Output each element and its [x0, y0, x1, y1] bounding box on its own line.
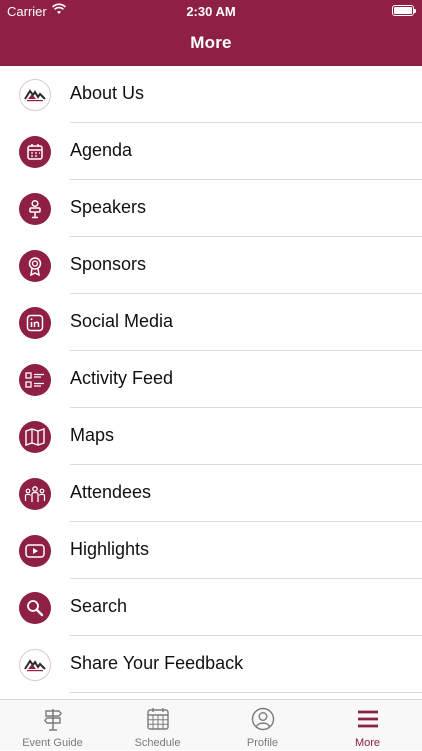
tab-more[interactable]: More	[315, 700, 420, 751]
row-divider	[70, 692, 422, 693]
linkedin-icon	[19, 307, 51, 339]
video-icon	[19, 535, 51, 567]
menu-item-label: Attendees	[70, 482, 152, 502]
tab-label: Schedule	[134, 737, 181, 749]
menu-item-maps[interactable]: Maps	[0, 408, 422, 465]
menu-item-label: Agenda	[70, 140, 133, 160]
more-menu-list: About Us Agenda Speakers Sponsors Social…	[0, 66, 422, 693]
menu-item-attendees[interactable]: Attendees	[0, 465, 422, 522]
speaker-icon	[19, 193, 51, 225]
menu-item-agenda[interactable]: Agenda	[0, 123, 422, 180]
tab-profile[interactable]: Profile	[210, 700, 315, 751]
page-title: More	[190, 33, 232, 52]
menu-item-label: Maps	[70, 425, 115, 445]
map-icon	[19, 421, 51, 453]
menu-item-share-feedback[interactable]: Share Your Feedback	[0, 636, 422, 693]
tab-label: Profile	[246, 737, 279, 749]
tab-event-guide[interactable]: Event Guide	[0, 700, 105, 751]
menu-item-label: Share Your Feedback	[70, 653, 244, 673]
menu-icon	[315, 707, 420, 731]
signpost-icon	[0, 707, 105, 731]
user-circle-icon	[210, 707, 315, 731]
calendar-icon	[19, 136, 51, 168]
menu-item-label: Social Media	[70, 311, 174, 331]
tab-bar: Event Guide Schedule Profile More	[0, 699, 422, 750]
tab-schedule[interactable]: Schedule	[105, 700, 210, 751]
menu-item-label: Search	[70, 596, 128, 616]
menu-item-highlights[interactable]: Highlights	[0, 522, 422, 579]
calendar-grid-icon	[105, 707, 210, 731]
status-bar: Carrier 2:30 AM	[0, 0, 422, 22]
event-logo-icon	[19, 649, 51, 681]
award-icon	[19, 250, 51, 282]
tab-label: More	[354, 737, 381, 749]
menu-item-label: Sponsors	[70, 254, 147, 274]
people-icon	[19, 478, 51, 510]
menu-item-label: Activity Feed	[70, 368, 174, 388]
search-icon	[19, 592, 51, 624]
menu-item-sponsors[interactable]: Sponsors	[0, 237, 422, 294]
menu-item-label: About Us	[70, 83, 145, 103]
event-logo-icon	[19, 79, 51, 111]
menu-item-label: Speakers	[70, 197, 147, 217]
app-header: Carrier 2:30 AM More	[0, 0, 422, 66]
menu-item-social-media[interactable]: Social Media	[0, 294, 422, 351]
menu-item-about-us[interactable]: About Us	[0, 66, 422, 123]
menu-item-search[interactable]: Search	[0, 579, 422, 636]
menu-item-label: Highlights	[70, 539, 150, 559]
feed-list-icon	[19, 364, 51, 396]
clock-time: 2:30 AM	[186, 4, 236, 19]
battery-icon	[392, 5, 416, 16]
tab-label: Event Guide	[22, 737, 83, 749]
menu-item-speakers[interactable]: Speakers	[0, 180, 422, 237]
menu-item-activity-feed[interactable]: Activity Feed	[0, 351, 422, 408]
